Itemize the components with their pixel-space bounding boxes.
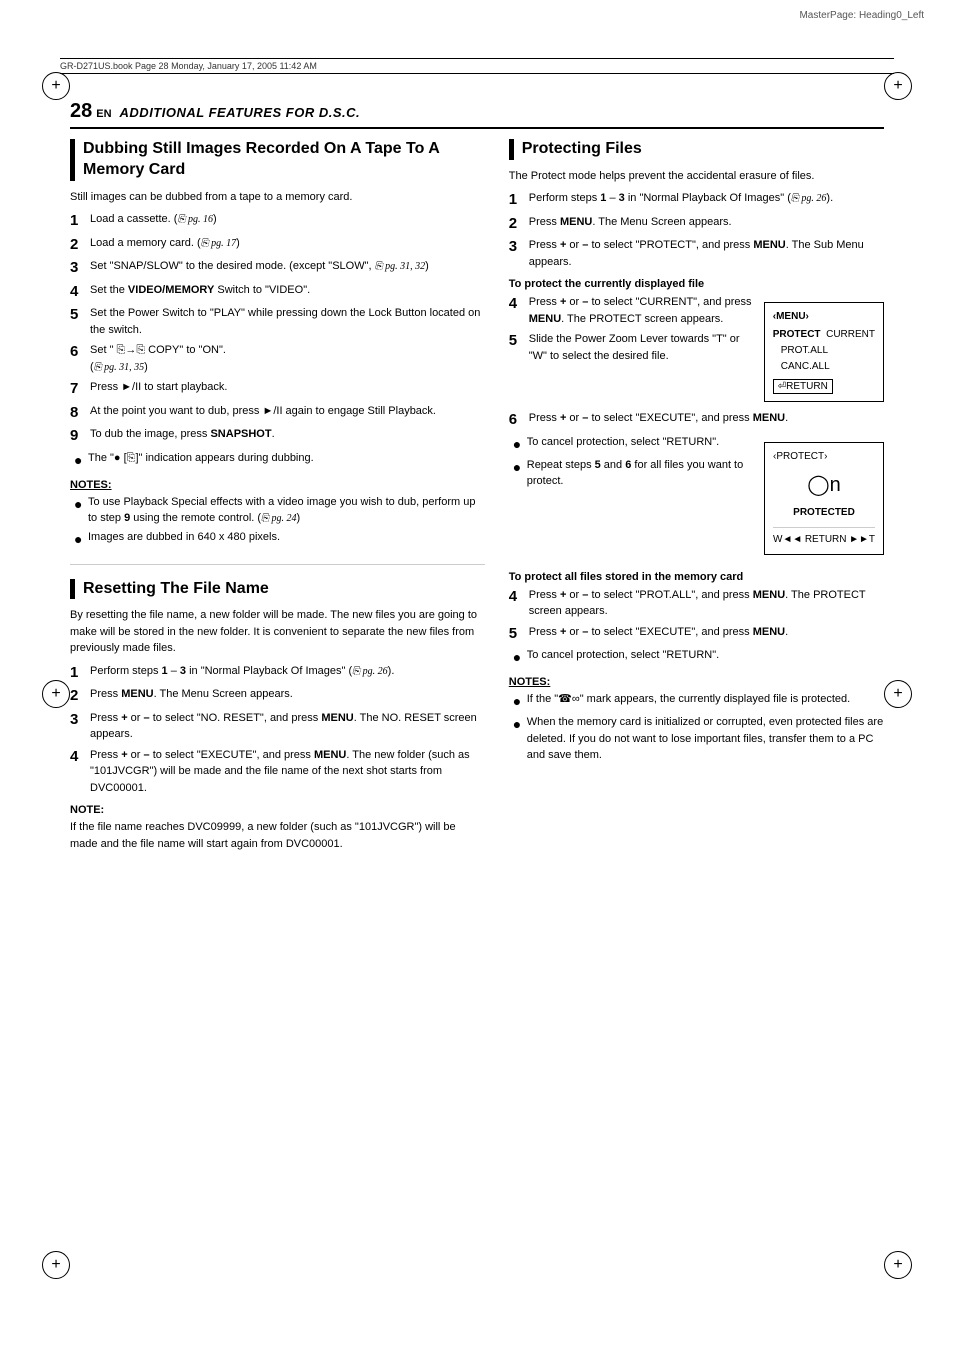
file-info-bar: GR-D271US.book Page 28 Monday, January 1… <box>60 58 894 74</box>
section-divider-1 <box>70 564 485 565</box>
dubbing-step-5: 5 Set the Power Switch to "PLAY" while p… <box>70 305 485 338</box>
subsection-all-label: To protect all files stored in the memor… <box>509 571 884 583</box>
reg-mark-mid-left <box>42 680 70 708</box>
resetting-note-text: If the file name reaches DVC09999, a new… <box>70 819 485 852</box>
dubbing-note-2: ● Images are dubbed in 640 x 480 pixels. <box>70 529 485 550</box>
dubbing-heading: Dubbing Still Images Recorded On A Tape … <box>70 139 485 181</box>
dubbing-step-4: 4 Set the VIDEO/MEMORY Switch to "VIDEO"… <box>70 282 485 302</box>
dubbing-notes-label: NOTES: <box>70 479 485 491</box>
protecting-current-step-6: 6 Press + or – to select "EXECUTE", and … <box>509 410 884 430</box>
reg-mark-bottom-right <box>884 1251 912 1279</box>
masterpage-label: MasterPage: Heading0_Left <box>799 10 924 21</box>
page-number: 28 <box>70 100 92 123</box>
file-info-text: GR-D271US.book Page 28 Monday, January 1… <box>60 61 317 71</box>
resetting-intro: By resetting the file name, a new folder… <box>70 607 485 657</box>
dubbing-step-1: 1 Load a cassette. (⎘ pg. 16) <box>70 211 485 231</box>
dubbing-step-9: 9 To dub the image, press SNAPSHOT. <box>70 426 485 446</box>
protecting-note-2: ● When the memory card is initialized or… <box>509 714 884 764</box>
reg-mark-mid-right <box>884 680 912 708</box>
left-column: Dubbing Still Images Recorded On A Tape … <box>70 139 485 858</box>
dubbing-step-8: 8 At the point you want to dub, press ►/… <box>70 403 485 423</box>
resetting-heading: Resetting The File Name <box>70 579 485 600</box>
reg-mark-top-left <box>42 72 70 100</box>
protecting-intro: The Protect mode helps prevent the accid… <box>509 168 884 185</box>
protecting-current-bullet-1: ● To cancel protection, select "RETURN". <box>509 434 752 455</box>
protecting-note-1: ● If the "☎∞" mark appears, the currentl… <box>509 691 884 712</box>
main-content: 28 EN ADDITIONAL FEATURES FOR D.S.C. Dub… <box>70 100 884 1251</box>
protecting-current-step-5: 5 Slide the Power Zoom Lever towards "T"… <box>509 331 752 364</box>
page-lang: EN <box>96 108 111 120</box>
dubbing-step-3: 3 Set "SNAP/SLOW" to the desired mode. (… <box>70 258 485 278</box>
resetting-step-2: 2 Press MENU. The Menu Screen appears. <box>70 686 485 706</box>
dubbing-note-1: ● To use Playback Special effects with a… <box>70 494 485 527</box>
protecting-heading: Protecting Files <box>509 139 884 160</box>
reg-mark-top-right <box>884 72 912 100</box>
subsection-current-label: To protect the currently displayed file <box>509 278 884 290</box>
page-header: 28 EN ADDITIONAL FEATURES FOR D.S.C. <box>70 100 884 129</box>
resetting-step-3: 3 Press + or – to select "NO. RESET", an… <box>70 710 485 743</box>
dubbing-notes: NOTES: ● To use Playback Special effects… <box>70 479 485 550</box>
menu-diagram: ‹MENU› PROTECT CURRENT PROT.ALL CANC.ALL… <box>764 302 884 402</box>
protecting-section: Protecting Files The Protect mode helps … <box>509 139 884 764</box>
top-bar: MasterPage: Heading0_Left <box>799 10 924 21</box>
resetting-step-1: 1 Perform steps 1 – 3 in "Normal Playbac… <box>70 663 485 683</box>
dubbing-intro: Still images can be dubbed from a tape t… <box>70 189 485 206</box>
right-column: Protecting Files The Protect mode helps … <box>509 139 884 858</box>
reg-mark-bottom-left <box>42 1251 70 1279</box>
protecting-notes: NOTES: ● If the "☎∞" mark appears, the c… <box>509 676 884 764</box>
dubbing-step-6: 6 Set " ⎘→⎘ COPY" to "ON".(⎘ pg. 31, 35) <box>70 342 485 375</box>
protect-controls: W◄◄ RETURN ►►T <box>773 527 875 548</box>
dubbing-section: Dubbing Still Images Recorded On A Tape … <box>70 139 485 550</box>
dubbing-bullet-1: ● The "● [⎘]" indication appears during … <box>70 450 485 471</box>
two-column-layout: Dubbing Still Images Recorded On A Tape … <box>70 139 884 858</box>
resetting-step-4: 4 Press + or – to select "EXECUTE", and … <box>70 747 485 797</box>
protecting-all-step-4: 4 Press + or – to select "PROT.ALL", and… <box>509 587 884 620</box>
section-title: ADDITIONAL FEATURES FOR D.S.C. <box>120 105 361 120</box>
protecting-step-3: 3 Press + or – to select "PROTECT", and … <box>509 237 884 270</box>
resetting-note: NOTE: If the file name reaches DVC09999,… <box>70 804 485 852</box>
resetting-section: Resetting The File Name By resetting the… <box>70 579 485 853</box>
dubbing-step-2: 2 Load a memory card. (⎘ pg. 17) <box>70 235 485 255</box>
protecting-current-step-4: 4 Press + or – to select "CURRENT", and … <box>509 294 752 327</box>
protecting-current-bullet-2: ● Repeat steps 5 and 6 for all files you… <box>509 457 752 490</box>
protecting-all-step-5: 5 Press + or – to select "EXECUTE", and … <box>509 624 884 644</box>
protect-screen-diagram: ‹PROTECT› ◯n PROTECTED W◄◄ RETURN ►►T <box>764 442 884 555</box>
protecting-step-2: 2 Press MENU. The Menu Screen appears. <box>509 214 884 234</box>
page: MasterPage: Heading0_Left GR-D271US.book… <box>0 0 954 1351</box>
protecting-step-1: 1 Perform steps 1 – 3 in "Normal Playbac… <box>509 190 884 210</box>
dubbing-step-7: 7 Press ►/II to start playback. <box>70 379 485 399</box>
protecting-all-bullet-1: ● To cancel protection, select "RETURN". <box>509 647 884 668</box>
protecting-notes-label: NOTES: <box>509 676 884 688</box>
resetting-note-label: NOTE: <box>70 804 485 816</box>
